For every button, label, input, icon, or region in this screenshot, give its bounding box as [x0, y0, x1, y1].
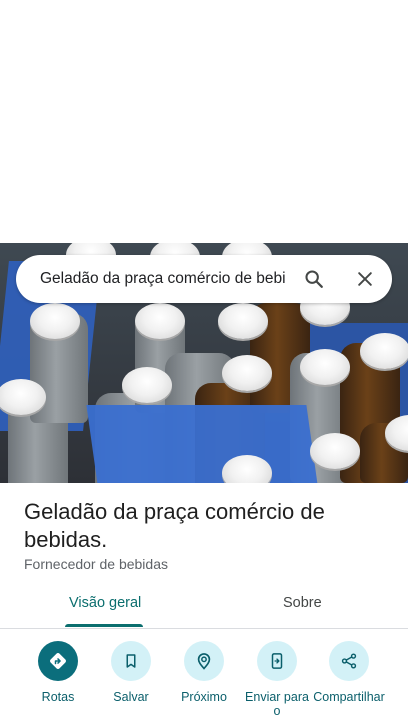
- send-to-phone-icon: [271, 653, 283, 669]
- nearby-label: Próximo: [181, 690, 227, 704]
- bottle-cap: [30, 303, 80, 339]
- tab-overview[interactable]: Visão geral: [69, 595, 141, 611]
- share-label: Compartilhar: [313, 690, 385, 704]
- place-title: Geladão da praça comércio de bebidas.: [24, 499, 325, 552]
- send-to-phone-label: Enviar para o: [245, 690, 309, 718]
- bookmark-icon: [126, 654, 136, 668]
- bottle-cap: [122, 367, 172, 403]
- save-button-circle[interactable]: [111, 641, 151, 681]
- send-to-phone-button[interactable]: Enviar para o: [237, 641, 317, 718]
- crate-shape: [86, 405, 318, 483]
- tab-bar: Visão geral Sobre: [0, 582, 408, 629]
- bottle-cap: [222, 455, 272, 483]
- bottle-cap: [300, 349, 350, 385]
- tab-about[interactable]: Sobre: [283, 595, 322, 611]
- bottle-cap: [135, 303, 185, 339]
- active-tab-indicator: [65, 624, 143, 627]
- save-label: Salvar: [113, 690, 149, 704]
- nearby-button-circle[interactable]: [184, 641, 224, 681]
- directions-label: Rotas: [41, 690, 75, 704]
- close-icon: [358, 272, 372, 286]
- directions-button[interactable]: Rotas: [18, 641, 98, 704]
- share-icon: [341, 653, 357, 669]
- bottle-cap: [218, 303, 268, 339]
- clear-search-button[interactable]: [353, 267, 377, 291]
- bottle-cap: [360, 333, 408, 369]
- directions-icon: [50, 653, 66, 669]
- blank-area: [0, 0, 408, 243]
- share-button-circle[interactable]: [329, 641, 369, 681]
- send-to-phone-button-circle[interactable]: [257, 641, 297, 681]
- nearby-button[interactable]: Próximo: [164, 641, 244, 704]
- search-input[interactable]: Geladão da praça comércio de bebi: [40, 270, 288, 288]
- search-bar[interactable]: Geladão da praça comércio de bebi: [16, 255, 392, 303]
- save-button[interactable]: Salvar: [91, 641, 171, 704]
- search-button[interactable]: [302, 267, 326, 291]
- bottle-cap: [310, 433, 360, 469]
- place-category[interactable]: Fornecedor de bebidas: [24, 556, 168, 572]
- share-button[interactable]: Compartilhar: [309, 641, 389, 704]
- search-icon: [305, 270, 323, 288]
- bottle-cap: [222, 355, 272, 391]
- nearby-icon: [197, 653, 211, 670]
- directions-button-circle[interactable]: [38, 641, 78, 681]
